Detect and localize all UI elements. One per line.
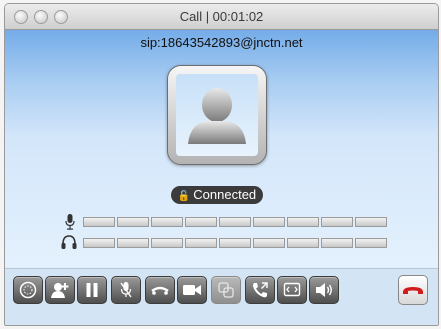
title-bar: Call | 00:01:02 — [5, 4, 438, 30]
meter-segment — [321, 217, 353, 227]
meter-segment — [253, 217, 285, 227]
add-contact-icon — [51, 283, 69, 298]
contact-avatar — [167, 65, 267, 165]
volume-button[interactable] — [309, 276, 339, 304]
speaker-icon — [316, 283, 332, 297]
dialpad-button[interactable] — [13, 276, 43, 304]
meter-segment — [355, 217, 387, 227]
hangup-button[interactable] — [398, 275, 428, 305]
add-participant-button[interactable] — [45, 276, 75, 304]
meter-segment — [151, 238, 183, 248]
meter-segment — [83, 217, 115, 227]
transfer-icon — [151, 286, 169, 295]
dialpad-icon — [19, 281, 37, 299]
call-transfer-button[interactable] — [245, 276, 275, 304]
call-panel: sip:18643542893@jnctn.net 🔓 Connected — [5, 30, 438, 267]
meter-segment — [185, 217, 217, 227]
meter-segment — [83, 238, 115, 248]
phone-transfer-icon — [253, 282, 268, 298]
hangup-icon — [403, 287, 423, 294]
window-title: Call | 00:01:02 — [179, 9, 264, 24]
headphones-icon — [61, 235, 77, 249]
mic-mute-icon — [120, 282, 132, 298]
meter-segment — [253, 238, 285, 248]
video-camera-icon — [183, 285, 201, 295]
call-toolbar — [5, 268, 438, 325]
meter-segment — [185, 238, 217, 248]
merge-icon — [218, 282, 234, 298]
microphone-icon — [65, 214, 75, 230]
meter-segment — [117, 238, 149, 248]
meter-segment — [287, 217, 319, 227]
remote-uri: sip:18643542893@jnctn.net — [140, 35, 303, 50]
desktop-share-button[interactable] — [277, 276, 307, 304]
status-badge: 🔓 Connected — [171, 186, 263, 204]
microphone-level-meter — [83, 217, 387, 227]
meter-segment — [219, 238, 251, 248]
transfer-button[interactable] — [145, 276, 175, 304]
merge-button[interactable] — [211, 276, 241, 304]
lock-icon: 🔓 — [177, 191, 191, 202]
headset-level-meter — [83, 238, 387, 248]
meter-segment — [287, 238, 319, 248]
hold-button[interactable] — [77, 276, 107, 304]
video-button[interactable] — [177, 276, 207, 304]
meter-segment — [355, 238, 387, 248]
call-window: Call | 00:01:02 sip:18643542893@jnctn.ne… — [4, 3, 439, 326]
screen-share-icon — [283, 282, 301, 297]
meter-segment — [117, 217, 149, 227]
meter-segment — [151, 217, 183, 227]
meter-segment — [219, 217, 251, 227]
status-label: Connected — [193, 187, 257, 202]
person-icon — [188, 88, 246, 144]
mute-button[interactable] — [111, 276, 141, 304]
meter-segment — [321, 238, 353, 248]
pause-icon — [86, 283, 98, 297]
